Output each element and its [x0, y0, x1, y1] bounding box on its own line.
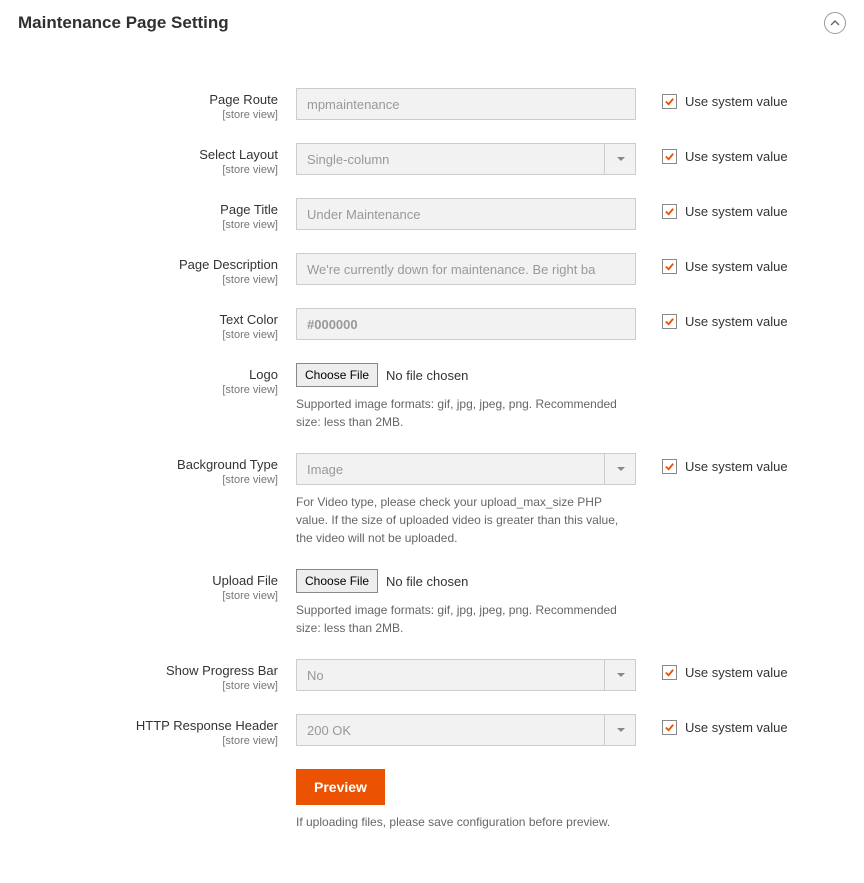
- use-system-checkbox[interactable]: [662, 314, 677, 329]
- scope-label: [store view]: [18, 680, 278, 692]
- use-system-label: Use system value: [685, 259, 788, 274]
- use-system-checkbox[interactable]: [662, 720, 677, 735]
- page-title-input[interactable]: [296, 198, 636, 230]
- check-icon: [664, 151, 675, 162]
- logo-label: Logo: [18, 367, 278, 382]
- use-system-checkbox[interactable]: [662, 459, 677, 474]
- check-icon: [664, 316, 675, 327]
- preview-note: If uploading files, please save configur…: [296, 813, 636, 831]
- use-system-label: Use system value: [685, 720, 788, 735]
- use-system-label: Use system value: [685, 459, 788, 474]
- use-system-label: Use system value: [685, 314, 788, 329]
- use-system-label: Use system value: [685, 149, 788, 164]
- logo-note: Supported image formats: gif, jpg, jpeg,…: [296, 395, 636, 431]
- scope-label: [store view]: [18, 590, 278, 602]
- http-header-select[interactable]: [296, 714, 636, 746]
- show-progress-select[interactable]: [296, 659, 636, 691]
- collapse-toggle[interactable]: [824, 12, 846, 34]
- page-title-label: Page Title: [18, 202, 278, 217]
- use-system-checkbox[interactable]: [662, 259, 677, 274]
- page-route-input[interactable]: [296, 88, 636, 120]
- scope-label: [store view]: [18, 274, 278, 286]
- upload-file-label: Upload File: [18, 573, 278, 588]
- background-type-label: Background Type: [18, 457, 278, 472]
- scope-label: [store view]: [18, 384, 278, 396]
- scope-label: [store view]: [18, 164, 278, 176]
- text-color-label: Text Color: [18, 312, 278, 327]
- use-system-checkbox[interactable]: [662, 94, 677, 109]
- use-system-label: Use system value: [685, 94, 788, 109]
- section-title: Maintenance Page Setting: [18, 13, 229, 33]
- check-icon: [664, 261, 675, 272]
- scope-label: [store view]: [18, 109, 278, 121]
- check-icon: [664, 667, 675, 678]
- logo-choose-file-button[interactable]: Choose File: [296, 363, 378, 387]
- use-system-checkbox[interactable]: [662, 204, 677, 219]
- preview-button[interactable]: Preview: [296, 769, 385, 805]
- page-route-label: Page Route: [18, 92, 278, 107]
- show-progress-label: Show Progress Bar: [18, 663, 278, 678]
- logo-file-status: No file chosen: [386, 368, 468, 383]
- check-icon: [664, 461, 675, 472]
- use-system-label: Use system value: [685, 665, 788, 680]
- chevron-up-icon: [830, 18, 840, 28]
- http-header-label: HTTP Response Header: [18, 718, 278, 733]
- select-layout-label: Select Layout: [18, 147, 278, 162]
- background-type-note: For Video type, please check your upload…: [296, 493, 636, 547]
- upload-file-note: Supported image formats: gif, jpg, jpeg,…: [296, 601, 636, 637]
- check-icon: [664, 96, 675, 107]
- use-system-label: Use system value: [685, 204, 788, 219]
- page-description-label: Page Description: [18, 257, 278, 272]
- page-description-input[interactable]: [296, 253, 636, 285]
- scope-label: [store view]: [18, 219, 278, 231]
- check-icon: [664, 722, 675, 733]
- background-type-select[interactable]: [296, 453, 636, 485]
- use-system-checkbox[interactable]: [662, 665, 677, 680]
- select-layout-select[interactable]: [296, 143, 636, 175]
- text-color-input[interactable]: [296, 308, 636, 340]
- upload-choose-file-button[interactable]: Choose File: [296, 569, 378, 593]
- scope-label: [store view]: [18, 474, 278, 486]
- scope-label: [store view]: [18, 329, 278, 341]
- scope-label: [store view]: [18, 735, 278, 747]
- upload-file-status: No file chosen: [386, 574, 468, 589]
- use-system-checkbox[interactable]: [662, 149, 677, 164]
- check-icon: [664, 206, 675, 217]
